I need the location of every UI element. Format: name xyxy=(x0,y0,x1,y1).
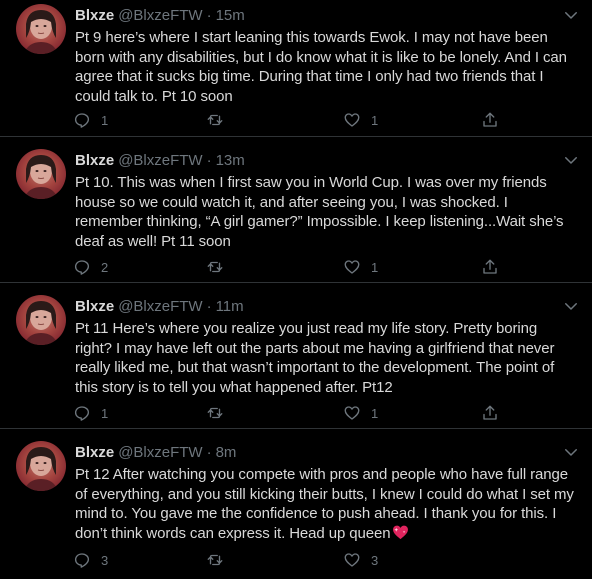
reply-icon xyxy=(74,553,90,568)
tweet-text: Pt 9 here’s where I start leaning this t… xyxy=(75,29,567,105)
like-button[interactable]: 3 xyxy=(343,549,378,571)
avatar[interactable] xyxy=(16,295,66,345)
display-name[interactable]: Blxze xyxy=(75,152,114,169)
avatar[interactable] xyxy=(16,4,66,54)
user-handle[interactable]: @BlxzeFTW xyxy=(118,298,202,315)
share-button[interactable] xyxy=(481,402,499,424)
sparkling-heart-icon xyxy=(392,524,409,540)
like-count: 1 xyxy=(371,405,379,421)
chevron-down-icon[interactable] xyxy=(562,151,580,169)
reply-button[interactable]: 1 xyxy=(73,109,108,131)
reply-count: 1 xyxy=(101,405,109,421)
heart-icon xyxy=(344,113,360,127)
share-icon xyxy=(483,112,497,127)
user-handle[interactable]: @BlxzeFTW xyxy=(118,7,202,24)
tweet-actions: 2 1 xyxy=(73,256,513,278)
timestamp[interactable]: 15m xyxy=(216,7,245,24)
timestamp[interactable]: 8m xyxy=(216,444,237,461)
chevron-down-icon[interactable] xyxy=(562,443,580,461)
share-button[interactable] xyxy=(481,109,499,131)
heart-icon xyxy=(344,406,360,420)
tweet-header: Blxze @BlxzeFTW · 15m xyxy=(75,6,572,26)
like-button[interactable]: 1 xyxy=(343,402,378,424)
reply-count: 1 xyxy=(101,112,109,128)
reply-count: 2 xyxy=(101,259,109,275)
tweet-actions: 3 3 xyxy=(73,549,513,571)
heart-icon xyxy=(344,553,360,567)
reply-button[interactable]: 2 xyxy=(73,256,108,278)
display-name[interactable]: Blxze xyxy=(75,444,114,461)
retweet-icon xyxy=(207,554,223,566)
tweet[interactable]: Blxze @BlxzeFTW · 13m Pt 10. This was when … xyxy=(0,137,592,283)
retweet-icon xyxy=(207,261,223,273)
like-count: 1 xyxy=(371,112,379,128)
retweet-icon xyxy=(207,114,223,126)
tweet-actions: 1 1 xyxy=(73,109,513,131)
tweet[interactable]: Blxze @BlxzeFTW · 15m Pt 9 here’s where I s… xyxy=(0,0,592,137)
retweet-button[interactable] xyxy=(206,256,234,278)
retweet-button[interactable] xyxy=(206,109,234,131)
user-handle[interactable]: @BlxzeFTW xyxy=(118,152,202,169)
tweet-header: Blxze @BlxzeFTW · 8m xyxy=(75,443,572,463)
display-name[interactable]: Blxze xyxy=(75,7,114,24)
user-handle[interactable]: @BlxzeFTW xyxy=(118,444,202,461)
reply-count: 3 xyxy=(101,552,109,568)
display-name[interactable]: Blxze xyxy=(75,298,114,315)
share-icon xyxy=(483,259,497,274)
chevron-down-icon[interactable] xyxy=(562,297,580,315)
reply-icon xyxy=(74,406,90,421)
tweet-text: Pt 11 Here’s where you realize you just … xyxy=(75,320,555,396)
separator: · xyxy=(206,298,212,315)
tweet-text: Pt 10. This was when I first saw you in … xyxy=(75,174,564,250)
like-count: 1 xyxy=(371,259,379,275)
retweet-button[interactable] xyxy=(206,402,234,424)
separator: · xyxy=(206,444,212,461)
chevron-down-icon[interactable] xyxy=(562,6,580,24)
tweet-feed: Blxze @BlxzeFTW · 15m Pt 9 here’s where I s… xyxy=(0,0,592,579)
retweet-button[interactable] xyxy=(206,549,234,571)
share-button[interactable] xyxy=(481,256,499,278)
tweet[interactable]: Blxze @BlxzeFTW · 11m Pt 11 Here’s where yo… xyxy=(0,283,592,429)
tweet-actions: 1 1 xyxy=(73,402,513,424)
tweet[interactable]: Blxze @BlxzeFTW · 8m Pt 12 After watching y… xyxy=(0,429,592,579)
separator: · xyxy=(206,7,212,24)
reply-icon xyxy=(74,113,90,128)
tweet-text: Pt 12 After watching you compete with pr… xyxy=(75,466,574,542)
avatar[interactable] xyxy=(16,441,66,491)
like-button[interactable]: 1 xyxy=(343,109,378,131)
reply-button[interactable]: 3 xyxy=(73,549,108,571)
reply-icon xyxy=(74,260,90,275)
separator: · xyxy=(206,152,212,169)
timestamp[interactable]: 13m xyxy=(216,152,245,169)
retweet-icon xyxy=(207,407,223,419)
tweet-header: Blxze @BlxzeFTW · 11m xyxy=(75,297,572,317)
like-count: 3 xyxy=(371,552,379,568)
heart-icon xyxy=(344,260,360,274)
reply-button[interactable]: 1 xyxy=(73,402,108,424)
avatar[interactable] xyxy=(16,149,66,199)
share-icon xyxy=(483,405,497,420)
tweet-body: Pt 12 After watching you compete with pr… xyxy=(75,465,575,543)
timestamp[interactable]: 11m xyxy=(216,298,244,315)
tweet-header: Blxze @BlxzeFTW · 13m xyxy=(75,151,572,171)
like-button[interactable]: 1 xyxy=(343,256,378,278)
